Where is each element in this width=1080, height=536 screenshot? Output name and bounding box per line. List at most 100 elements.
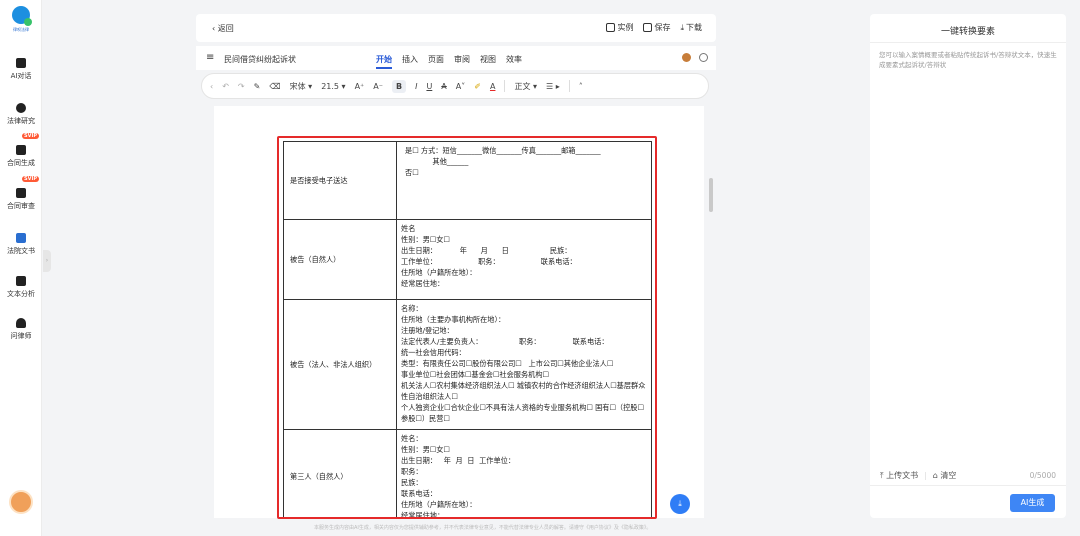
contract-review-icon — [16, 188, 26, 198]
row-label: 被告（法人、非法人组织） — [283, 299, 397, 430]
user-avatar[interactable] — [9, 490, 33, 514]
strikethrough-icon[interactable]: A — [441, 82, 446, 91]
row-content[interactable]: 姓名 性别：男☐女☐ 出生日期： 年 月 日 民族： 工作单位： 职务： 联系电… — [396, 219, 652, 300]
paragraph-style-select[interactable]: 正文 ▾ — [514, 81, 537, 92]
editor-header: ≡ 民间借贷纠纷起诉状 开始 插入 页面 审阅 视图 效率 — [196, 46, 716, 70]
case-input-textarea[interactable]: 您可以输入案情概要或者粘贴传统起诉书/答辩状文本，快速生成要素式起诉状/答辩状 — [879, 50, 1059, 70]
superscript-icon[interactable]: A˅ — [456, 82, 465, 91]
undo-icon[interactable]: ↶ — [222, 82, 229, 91]
sidebar-item-text-analysis[interactable]: 文本分析 — [0, 276, 42, 299]
row-content[interactable]: 姓名： 性别：男☐女☐ 出生日期： 年 月 日 工作单位： 职务： 民族： 联系… — [396, 429, 652, 517]
right-panel: 一键转换要素 您可以输入案情概要或者粘贴传统起诉书/答辩状文本，快速生成要素式起… — [870, 14, 1066, 518]
scrollbar-thumb[interactable] — [709, 178, 713, 212]
panel-divider — [870, 42, 1066, 43]
floating-download-button[interactable]: ⤓ — [670, 494, 690, 514]
text-analysis-icon — [16, 276, 26, 286]
sidebar-item-contract-gen[interactable]: SVIP 合同生成 — [0, 133, 42, 168]
form-line: 性别：男☐女☐ — [401, 445, 450, 454]
form-line: 联系电话： — [401, 489, 437, 498]
toolbar-divider — [568, 80, 570, 92]
row-content[interactable]: 是☐ 方式：短信_______微信_______传真_______邮箱_____… — [396, 141, 652, 220]
menu-icon[interactable]: ≡ — [206, 53, 214, 63]
form-line: 出生日期： 年 月 日 民族： — [401, 246, 572, 255]
font-size-value: 21.5 — [321, 81, 339, 91]
back-button[interactable]: ‹ 返回 — [212, 23, 234, 34]
shrink-font-icon[interactable]: A⁻ — [373, 82, 383, 91]
row-label: 被告（自然人） — [283, 219, 397, 300]
document-title: 民间借贷纠纷起诉状 — [224, 55, 296, 64]
action-divider: | — [924, 471, 927, 480]
font-family-select[interactable]: 宋体 ▾ — [290, 81, 313, 92]
tab-home[interactable]: 开始 — [376, 54, 392, 69]
tab-page[interactable]: 页面 — [428, 54, 444, 69]
highlight-color-icon[interactable]: ✐ — [474, 82, 481, 91]
download-label: 下载 — [686, 23, 702, 32]
cloud-icon[interactable] — [699, 53, 708, 62]
form-line: 民族： — [401, 478, 423, 487]
tab-efficiency[interactable]: 效率 — [506, 54, 522, 69]
tab-view[interactable]: 视图 — [480, 54, 496, 69]
back-label: 返回 — [217, 24, 234, 33]
italic-icon[interactable]: I — [415, 82, 417, 91]
form-line: 工作单位： 职务： 联系电话： — [401, 257, 577, 266]
panel-actions: ⤒ 上传文书 | ⌂ 清空 0/5000 — [880, 470, 1056, 481]
app-logo[interactable]: 律呗法律 — [8, 6, 34, 36]
font-color-icon[interactable]: A — [490, 82, 495, 91]
sidebar-item-label: 合同生成 — [7, 159, 35, 167]
form-line: 是☐ 方式：短信_______微信_______传真_______邮箱_____… — [405, 146, 601, 155]
form-line: 机关法人☐农村集体经济组织法人☐ 城镇农村的合作经济组织法人☐基层群众性自治组织… — [401, 381, 646, 401]
example-button[interactable]: 实例 — [606, 22, 633, 33]
example-label: 实例 — [617, 23, 634, 32]
panel-divider — [870, 485, 1066, 486]
form-line: 个人独资企业☐合伙企业☐不具有法人资格的专业服务机构☐ 国有☐（控股☐参股☐）民… — [401, 403, 644, 423]
row-content[interactable]: 名称： 住所地（主要办事机构所在地）： 注册地/登记地： 法定代表人/主要负责人… — [396, 299, 652, 430]
redo-icon[interactable]: ↷ — [238, 82, 245, 91]
logo-text: 律呗法律 — [13, 27, 29, 32]
court-doc-icon — [16, 233, 26, 243]
research-icon — [16, 103, 26, 113]
sidebar-item-legal-research[interactable]: 法律研究 — [0, 103, 42, 126]
font-family-value: 宋体 — [289, 81, 306, 91]
tab-insert[interactable]: 插入 — [402, 54, 418, 69]
format-painter-icon[interactable]: ✎ — [254, 82, 261, 91]
sidebar-item-contract-review[interactable]: SVIP 合同审查 — [0, 176, 42, 211]
form-line: 出生日期： 年 月 日 工作单位： — [401, 456, 516, 465]
upload-label: 上传文书 — [886, 471, 919, 480]
svip-badge: SVIP — [22, 133, 39, 139]
top-bar: ‹ 返回 实例 保存 ⤓ 下载 — [196, 14, 716, 42]
logo-icon — [12, 6, 32, 26]
sidebar-item-label: AI对话 — [10, 72, 32, 80]
table-row: 被告（法人、非法人组织） 名称： 住所地（主要办事机构所在地）： 注册地/登记地… — [283, 299, 652, 430]
collapse-toolbar-icon[interactable]: ˄ — [579, 82, 583, 91]
form-line: 注册地/登记地： — [401, 326, 454, 335]
underline-icon[interactable]: U — [426, 82, 432, 91]
bold-icon[interactable]: B — [391, 79, 407, 93]
char-count: 0/5000 — [1029, 471, 1056, 480]
collapse-left-icon[interactable]: ‹ — [210, 82, 213, 91]
align-icon[interactable]: ☰ ▸ — [546, 82, 560, 91]
tab-review[interactable]: 审阅 — [454, 54, 470, 69]
left-sidebar: 律呗法律 AI对话 法律研究 SVIP 合同生成 SVIP 合同审查 法院文书 … — [0, 0, 42, 536]
save-button[interactable]: 保存 — [643, 22, 670, 33]
sidebar-collapse-handle[interactable]: › — [43, 250, 51, 272]
form-line: 经常居住地： — [401, 279, 445, 288]
form-line: 否☐ — [405, 168, 419, 177]
form-line: 性别：男☐女☐ — [401, 235, 450, 244]
ai-generate-button[interactable]: AI生成 — [1010, 494, 1055, 512]
sidebar-item-ai-chat[interactable]: AI对话 — [0, 58, 42, 81]
form-line: 住所地（户籍所在地）： — [401, 500, 477, 509]
clear-format-icon[interactable]: ⌫ — [269, 82, 280, 91]
grow-font-icon[interactable]: A⁺ — [355, 82, 365, 91]
paragraph-style-value: 正文 — [514, 81, 531, 91]
avatar-icon[interactable] — [682, 53, 691, 62]
row-label: 第三人（自然人） — [283, 429, 397, 517]
sidebar-item-court-docs[interactable]: 法院文书 — [0, 233, 42, 256]
head-icons — [682, 53, 708, 62]
row-label: 是否接受电子送达 — [283, 141, 397, 220]
download-button[interactable]: ⤓ 下载 — [680, 22, 702, 33]
form-line: 名称： — [401, 304, 423, 313]
sidebar-item-ask-lawyer[interactable]: 问律师 — [0, 318, 42, 341]
clear-button[interactable]: ⌂ 清空 — [933, 470, 957, 481]
font-size-select[interactable]: 21.5 ▾ — [321, 82, 345, 91]
upload-button[interactable]: ⤒ 上传文书 — [880, 470, 918, 481]
